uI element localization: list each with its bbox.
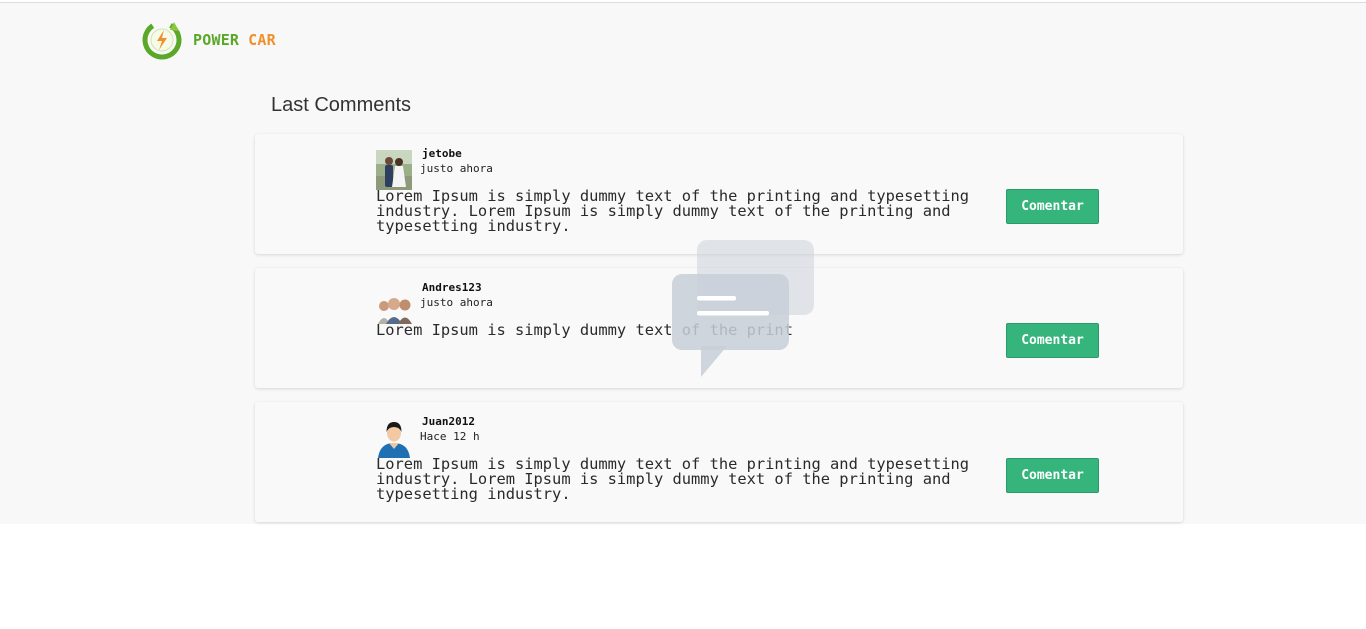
user-avatar-couple [376,150,412,190]
comment-button[interactable]: Comentar [1006,189,1099,224]
brand-name: POWER CAR [193,31,276,49]
comment-username[interactable]: Juan2012 [422,415,475,428]
comment-username[interactable]: Andres123 [422,281,482,294]
user-avatar-person [376,418,412,458]
comment-text: Lorem Ipsum is simply dummy text of the … [376,455,970,503]
user-avatar-group [376,284,414,324]
comment-card: jetobe justo ahora Lorem Ipsum is simply… [255,134,1183,254]
brand-word-car: CAR [248,31,276,49]
page-title: Last Comments [271,94,412,116]
comment-button[interactable]: Comentar [1006,458,1099,493]
brand-word-power: POWER [193,31,240,49]
comment-time: Hace 12 h [420,430,480,443]
comment-username[interactable]: jetobe [422,147,462,160]
comment-text: Lorem Ipsum is simply dummy text of the … [376,187,970,235]
brand-logo[interactable]: POWER CAR [140,18,276,62]
comment-button[interactable]: Comentar [1006,323,1099,358]
comment-time: justo ahora [420,296,493,309]
comment-card: Juan2012 Hace 12 h Lorem Ipsum is simply… [255,402,1183,522]
comment-text: Lorem Ipsum is simply dummy text of the … [376,321,793,339]
power-logo-icon [142,20,182,60]
comment-card: Andres123 justo ahora Lorem Ipsum is sim… [255,268,1183,388]
comment-time: justo ahora [420,162,493,175]
